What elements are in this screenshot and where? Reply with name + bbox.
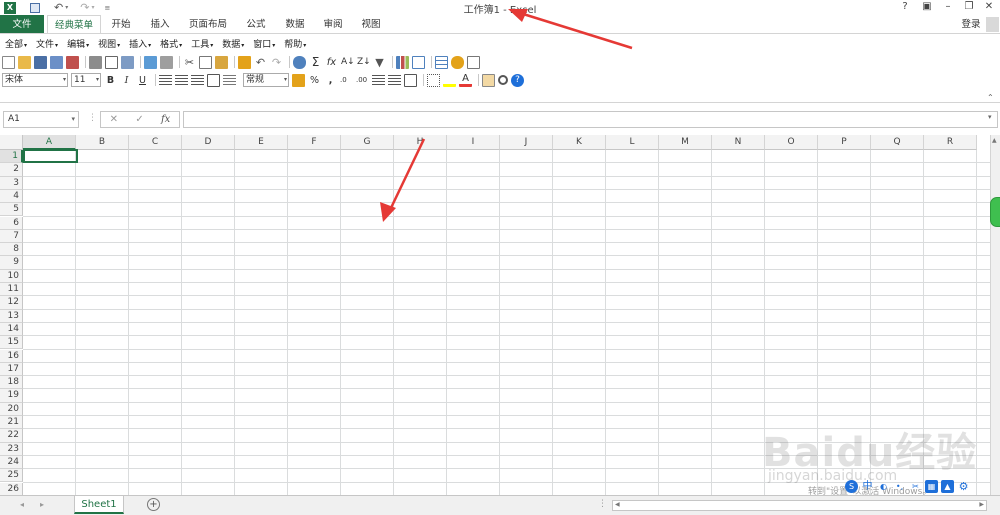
annotation-arrows: [380, 9, 633, 222]
arrow-to-title: [508, 9, 633, 50]
arrow-to-grid: [380, 138, 426, 222]
